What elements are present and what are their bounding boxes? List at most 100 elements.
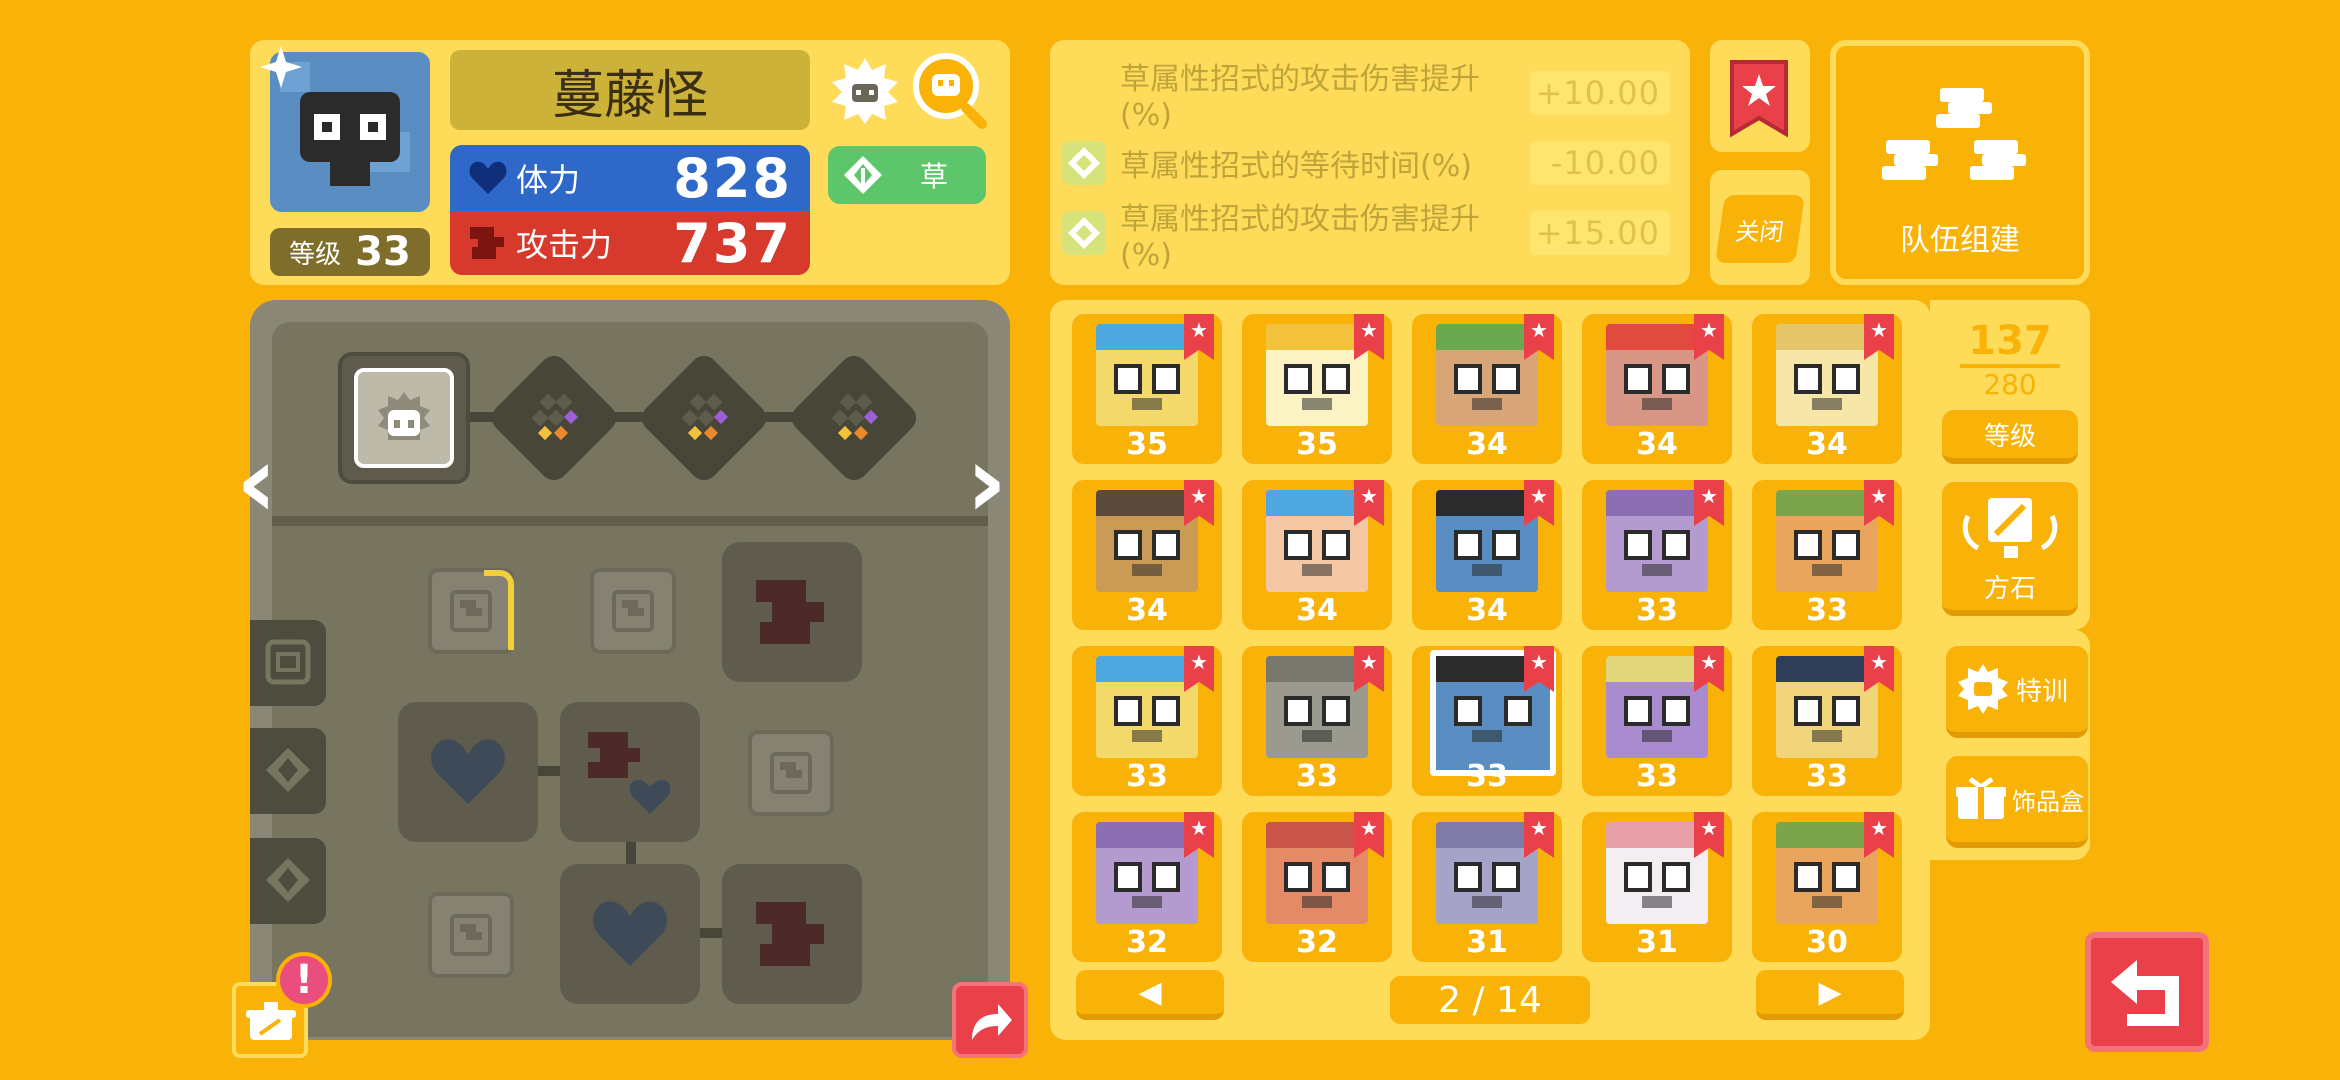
pokemon-card[interactable]: 33 <box>1582 646 1732 796</box>
pokemon-level: 34 <box>1466 593 1508 628</box>
pokemon-face-icon <box>1606 490 1708 592</box>
stone-filter-tab-2[interactable] <box>250 728 326 814</box>
bonus-row: 草属性招式的等待时间(%) -10.00 <box>1060 134 1670 192</box>
team-stones-icon <box>1882 88 2026 180</box>
pokemon-level: 32 <box>1296 925 1338 960</box>
pokemon-face-icon <box>1776 490 1878 592</box>
pokemon-card[interactable]: 34 <box>1242 480 1392 630</box>
attack-stone-icon <box>450 914 492 956</box>
level-value: 33 <box>355 229 411 275</box>
stone-cell-hp[interactable] <box>560 864 700 1004</box>
slot-gems-icon <box>531 393 579 441</box>
bonus-row: 草属性招式的攻击伤害提升(%) +15.00 <box>1060 202 1670 273</box>
pokemon-face-icon <box>1436 324 1538 426</box>
favorite-bookmark-icon <box>1184 812 1214 858</box>
attack-icon <box>756 580 824 644</box>
pokemon-level: 33 <box>1126 759 1168 794</box>
favorite-bookmark-icon <box>1354 480 1384 526</box>
hp-stat: 体力 828 <box>450 145 810 211</box>
attack-value: 737 <box>673 211 792 275</box>
share-button[interactable] <box>952 982 1028 1058</box>
pokemon-card[interactable]: 34 <box>1412 314 1562 464</box>
pokemon-level: 31 <box>1636 925 1678 960</box>
back-button[interactable] <box>2085 932 2209 1052</box>
training-button[interactable]: 特训 <box>1946 646 2088 738</box>
type-badge-grass: 草 <box>828 146 986 204</box>
stone-filter-tab-1[interactable] <box>250 620 326 706</box>
pokemon-card[interactable]: 32 <box>1242 812 1392 962</box>
pokemon-face-icon <box>1606 324 1708 426</box>
power-stones-button[interactable]: 方石 <box>1942 482 2078 616</box>
stone-cell[interactable] <box>590 568 676 654</box>
stone-cell-attack[interactable] <box>722 542 862 682</box>
bonus-text: 草属性招式的等待时间(%) <box>1120 149 1472 184</box>
pokemon-card[interactable]: 34 <box>1072 480 1222 630</box>
attack-label: 攻击力 <box>516 226 613 264</box>
next-pokemon-arrow[interactable]: › <box>966 432 1007 532</box>
favorite-bookmark-icon[interactable] <box>1728 58 1790 140</box>
grass-type-icon <box>1062 141 1106 185</box>
favorite-bookmark-icon <box>1694 480 1724 526</box>
training-label: 特训 <box>2016 676 2069 707</box>
favorite-bookmark-icon <box>1694 646 1724 692</box>
pokemon-face-icon <box>1606 656 1708 758</box>
pokemon-card[interactable]: 34 <box>1412 480 1562 630</box>
pokemon-level: 32 <box>1126 925 1168 960</box>
pokemon-card[interactable]: 35 <box>1242 314 1392 464</box>
stone-filter-tab-3[interactable] <box>250 838 326 924</box>
attack-icon <box>470 227 504 259</box>
pokemon-card-selected[interactable]: 33 <box>1412 646 1562 796</box>
box-capacity: 280 <box>1983 368 2037 401</box>
type-label: 草 <box>919 160 948 193</box>
return-arrow-icon <box>2111 960 2179 1026</box>
bonus-text: 草属性招式的攻击伤害提升(%) <box>1120 201 1480 273</box>
pokemon-card[interactable]: 35 <box>1072 314 1222 464</box>
stone-cell[interactable] <box>428 892 514 978</box>
pokemon-level: 35 <box>1126 427 1168 462</box>
pokemon-face-icon <box>1776 656 1878 758</box>
team-build-button[interactable]: 队伍组建 <box>1830 40 2090 285</box>
search-icon[interactable] <box>912 52 988 132</box>
heart-icon <box>469 161 507 194</box>
pokemon-face-icon <box>1776 324 1878 426</box>
pokemon-face-icon <box>1096 490 1198 592</box>
pokemon-card[interactable]: 33 <box>1072 646 1222 796</box>
next-page-button[interactable]: ▶ <box>1756 970 1904 1020</box>
pokemon-card[interactable]: 33 <box>1242 646 1392 796</box>
prev-page-button[interactable]: ◀ <box>1076 970 1224 1020</box>
favorite-bookmark-icon <box>1354 646 1384 692</box>
stone-cell-attack[interactable] <box>722 864 862 1004</box>
prev-pokemon-arrow[interactable]: ‹ <box>236 432 277 532</box>
favorite-bookmark-icon <box>1184 314 1214 360</box>
slot-gems-icon <box>831 393 879 441</box>
close-button[interactable]: 关闭 <box>1715 195 1805 263</box>
move-slot-selected[interactable] <box>338 352 470 484</box>
pokemon-card[interactable]: 31 <box>1412 812 1562 962</box>
pokemon-card[interactable]: 32 <box>1072 812 1222 962</box>
pokemon-card[interactable]: 33 <box>1752 480 1902 630</box>
attack-hp-stone-icon <box>588 732 671 814</box>
sort-level-button[interactable]: 等级 <box>1942 410 2078 464</box>
pokemon-card[interactable]: 31 <box>1582 812 1732 962</box>
hp-value: 828 <box>673 146 792 210</box>
pokemon-card[interactable]: 34 <box>1582 314 1732 464</box>
pokemon-card[interactable]: 30 <box>1752 812 1902 962</box>
stone-connector <box>538 766 560 776</box>
stone-cell[interactable] <box>748 730 834 816</box>
grass-type-icon <box>266 858 310 902</box>
shiny-sparkle-icon <box>260 46 302 88</box>
pokemon-card[interactable]: 34 <box>1752 314 1902 464</box>
pokemon-level: 33 <box>1806 593 1848 628</box>
gift-box-icon <box>1956 776 2006 819</box>
decor-box-label: 饰品盒 <box>2012 787 2084 816</box>
decor-box-button[interactable]: 饰品盒 <box>1946 756 2088 848</box>
stone-cell-hp[interactable] <box>398 702 538 842</box>
stone-cell-combo[interactable] <box>560 702 700 842</box>
grass-type-icon <box>1062 211 1106 255</box>
pokemon-card[interactable]: 33 <box>1752 646 1902 796</box>
favorite-bookmark-icon <box>1354 812 1384 858</box>
pokemon-face-icon <box>1436 822 1538 924</box>
hp-label: 体力 <box>516 161 581 199</box>
spiky-badge-icon[interactable] <box>830 56 900 126</box>
pokemon-card[interactable]: 33 <box>1582 480 1732 630</box>
